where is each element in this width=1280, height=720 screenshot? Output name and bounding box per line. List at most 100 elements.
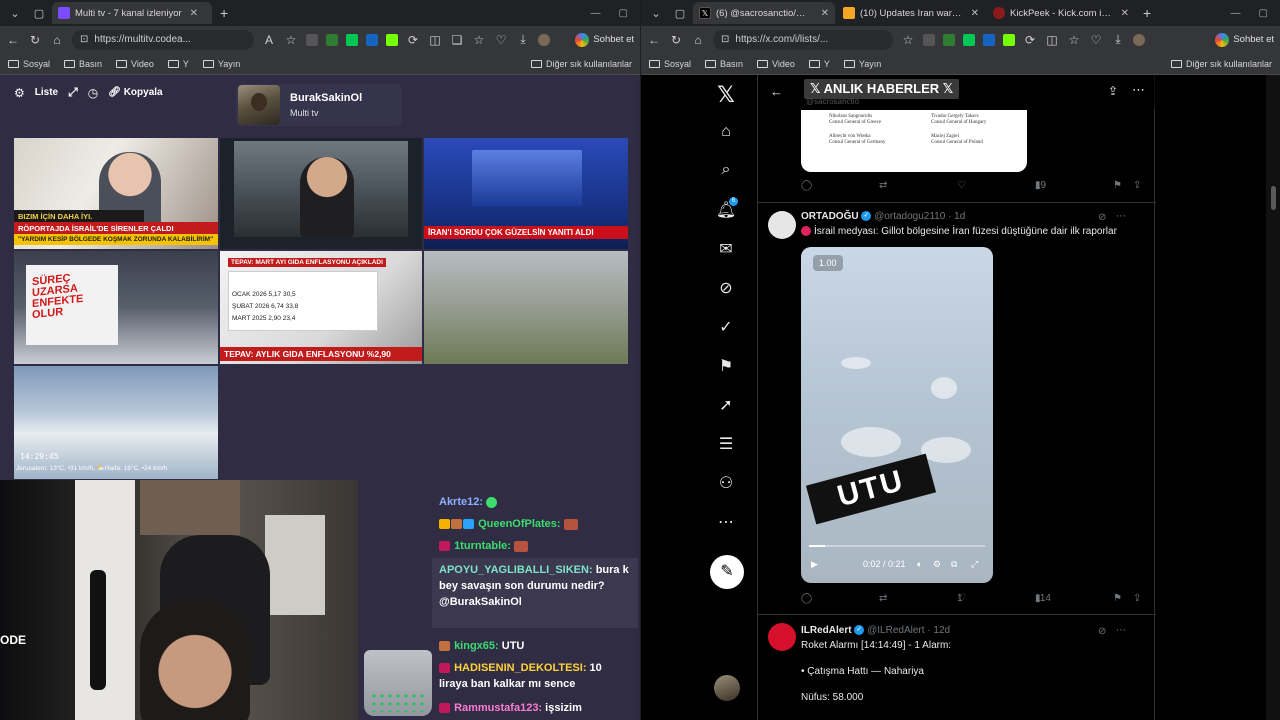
tv-channel-tile[interactable]: İRAN'I SORDU ÇOK GÜZELSİN YANITI ALDI [424, 138, 628, 249]
bookmark-folder[interactable]: Sosyal [8, 59, 50, 69]
extension-icon[interactable] [326, 33, 338, 46]
new-tab-icon[interactable]: + [1137, 5, 1157, 21]
post-author[interactable]: ORTADOĞU ✓ @ortadogu2110 · 1d [801, 211, 965, 222]
site-info-icon[interactable]: ⊡ [80, 34, 88, 45]
maximize-icon[interactable]: ▢ [1259, 8, 1268, 19]
explore-search-icon[interactable]: ⌕ [709, 161, 743, 179]
reply-icon[interactable]: ◯ [801, 180, 812, 191]
tab-iran-updates[interactable]: (10) Updates Iran war live: Tru ✕ [837, 2, 985, 24]
collections-icon[interactable]: ❏ [450, 33, 464, 47]
new-tab-icon[interactable]: + [214, 5, 234, 21]
split-screen-icon[interactable]: ◫ [428, 33, 442, 47]
site-info-icon[interactable]: ⊡ [721, 34, 729, 45]
tab-multitv[interactable]: Multi tv - 7 kanal izleniyor ✕ [52, 2, 212, 24]
timer-icon[interactable]: ◷ [88, 86, 98, 100]
post-document-image[interactable]: Nikolaos Sangouridis Consul General of G… [801, 110, 1027, 172]
bookmark-folder[interactable]: Video [116, 59, 154, 69]
address-bar[interactable]: ⊡ https://multitv.codea... [72, 29, 254, 50]
home-icon[interactable]: ⌂ [50, 33, 64, 47]
downloads-icon[interactable]: ⤓ [1111, 32, 1125, 47]
bookmark-folder[interactable]: Video [757, 59, 795, 69]
heart-icon[interactable]: ♡ [494, 33, 508, 47]
volume-icon[interactable]: 🔈︎ [917, 559, 922, 570]
verified-orgs-icon[interactable]: ✓ [709, 317, 743, 337]
bookmark-icon[interactable]: ⚑ [1113, 180, 1122, 191]
copilot-chat-button[interactable]: Sohbet et [575, 32, 634, 47]
downloads-icon[interactable]: ⤓ [516, 32, 530, 47]
video-progress-bar[interactable] [809, 545, 985, 547]
extension-icon[interactable] [386, 33, 398, 46]
list-button[interactable]: Liste [35, 87, 58, 98]
more-icon[interactable]: ⋯ [1132, 82, 1145, 98]
workspaces-icon[interactable]: ▢ [28, 3, 50, 23]
page-scrollbar-thumb[interactable] [1271, 186, 1276, 210]
reload-icon[interactable]: ↻ [28, 33, 42, 47]
extension-icon[interactable] [366, 33, 378, 46]
notifications-bell-icon[interactable]: 🔔︎ 6 [709, 197, 743, 220]
lists-icon[interactable]: ☰ [709, 434, 743, 454]
tv-channel-tile[interactable]: BIZIM İÇİN DAHA İYI. RÖPORTAJDA İSRAİL'D… [14, 138, 218, 249]
other-bookmarks[interactable]: Diğer sık kullanılanlar [1170, 59, 1272, 69]
post-author[interactable]: ILRedAlert ✓ @ILRedAlert · 12d [801, 625, 950, 636]
bookmark-folder[interactable]: Y [808, 59, 830, 69]
grok-explain-icon[interactable]: ⊘ [1098, 212, 1106, 223]
page-scrollbar-track[interactable] [1266, 75, 1280, 720]
tab-x-list[interactable]: 𝕏 (6) @sacrosanctio/𝕏 ANLIK HA ✕ [693, 2, 835, 24]
home-nav-icon[interactable]: ⌂ [709, 123, 743, 141]
home-icon[interactable]: ⌂ [691, 33, 705, 47]
fullscreen-icon[interactable]: ⤢ [971, 559, 978, 570]
minimize-icon[interactable]: — [1231, 8, 1241, 19]
close-tab-icon[interactable]: ✕ [821, 8, 829, 19]
post-avatar[interactable] [768, 623, 796, 651]
post-avatar[interactable] [768, 211, 796, 239]
profile-avatar-icon[interactable] [538, 33, 550, 46]
tv-channel-tile[interactable]: TEPAV: MART AYI GIDA ENFLASYONU AÇIKLADI… [220, 251, 422, 364]
grok-icon[interactable]: ⊘ [709, 278, 743, 298]
bookmark-folder[interactable]: Yayın [202, 59, 240, 69]
close-tab-icon[interactable]: ✕ [190, 8, 198, 19]
playback-speed[interactable]: 1.00 [813, 255, 843, 271]
repost-icon[interactable]: ⇄ [879, 593, 887, 604]
extension-icon[interactable] [1003, 33, 1015, 46]
extension-icon[interactable] [346, 33, 358, 46]
favorites-icon[interactable]: ☆ [1067, 33, 1081, 47]
share-icon[interactable]: ⇪ [1133, 593, 1141, 604]
bookmark-icon[interactable]: ⚑ [1113, 593, 1122, 604]
extension-icon[interactable] [963, 33, 975, 46]
post-more-icon[interactable]: ⋯ [1116, 625, 1126, 636]
reload-icon[interactable]: ↻ [669, 33, 683, 47]
tv-channel-tile[interactable]: SÜREÇ UZARSA ENFEKTE OLUR [14, 251, 218, 364]
bookmark-folder[interactable]: Basın [64, 59, 102, 69]
back-arrow-icon[interactable]: ← [770, 84, 783, 99]
favorite-star-icon[interactable]: ☆ [284, 33, 298, 47]
streamer-profile-card[interactable]: BurakSakinOl Multi tv [236, 84, 402, 126]
tab-kickpeek[interactable]: KickPeek - Kick.com için Gerçe ✕ [987, 2, 1135, 24]
pip-icon[interactable]: ⧉ [951, 559, 957, 570]
repost-icon[interactable]: ⇄ [879, 180, 887, 191]
bookmark-folder[interactable]: Sosyal [649, 59, 691, 69]
heart-icon[interactable]: ♡ [1089, 33, 1103, 47]
compose-post-button[interactable]: ✎ [710, 555, 744, 589]
bookmark-folder[interactable]: Yayın [843, 59, 881, 69]
read-aloud-icon[interactable]: A [262, 33, 276, 47]
extension-icon[interactable] [943, 33, 955, 46]
copilot-chat-button[interactable]: Sohbet et [1215, 32, 1274, 47]
extension-icon[interactable] [923, 33, 935, 46]
jobs-rocket-icon[interactable]: ➚ [709, 395, 743, 415]
settings-gear-icon[interactable]: ⚙ [933, 559, 941, 570]
favorite-star-icon[interactable]: ☆ [901, 33, 915, 47]
like-heart-icon[interactable]: ♡ [957, 180, 966, 191]
other-bookmarks[interactable]: Diğer sık kullanılanlar [530, 59, 632, 69]
x-logo-icon[interactable]: 𝕏 [709, 82, 743, 108]
close-tab-icon[interactable]: ✕ [971, 8, 979, 19]
split-screen-icon[interactable]: ◫ [1045, 33, 1059, 47]
account-avatar[interactable] [714, 675, 740, 701]
minimize-icon[interactable]: — [591, 8, 601, 19]
close-tab-icon[interactable]: ✕ [1121, 8, 1129, 19]
profile-avatar-icon[interactable] [1133, 33, 1145, 46]
tab-actions-icon[interactable]: ⌄ [645, 3, 667, 23]
extension-icon[interactable] [983, 33, 995, 46]
tv-channel-tile[interactable]: 14:29:45 Jerusalem: 13°C, •31 km/h, ⛅Hai… [14, 366, 218, 479]
tv-channel-tile[interactable] [220, 138, 422, 249]
play-icon[interactable]: ▶ [811, 559, 818, 570]
